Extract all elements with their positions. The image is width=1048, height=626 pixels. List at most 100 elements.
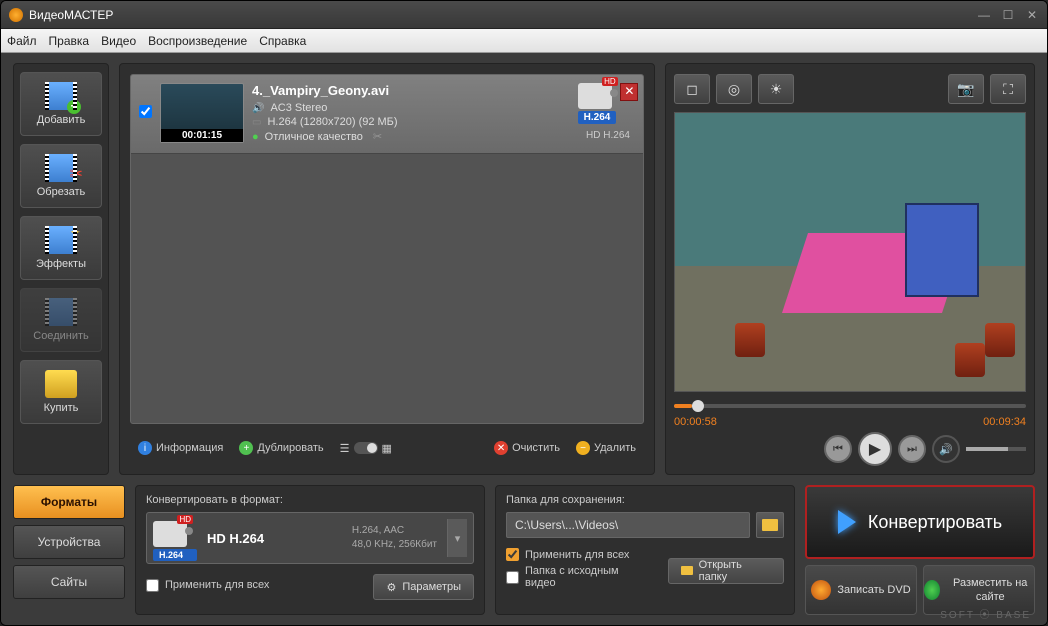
save-path-input[interactable] (506, 512, 750, 538)
tab-formats[interactable]: Форматы (13, 485, 125, 519)
info-icon: i (138, 441, 152, 455)
audio-icon: 🔊 (252, 103, 264, 114)
tab-sites[interactable]: Сайты (13, 565, 125, 599)
format-spec2: 48,0 KHz, 256Кбит (352, 538, 437, 552)
add-label: Добавить (37, 114, 86, 126)
file-audio: AC3 Stereo (270, 102, 327, 114)
duplicate-icon: + (239, 441, 253, 455)
cut-button[interactable]: ✂ Обрезать (20, 144, 102, 208)
view-toggle[interactable]: ☰▦ (340, 442, 392, 455)
format-badge: HD H.264 ✕ HD H.264 (581, 83, 635, 141)
file-video-spec: H.264 (1280x720) (92 МБ) (267, 116, 397, 128)
next-button[interactable]: ⏭ (898, 435, 926, 463)
browse-folder-button[interactable] (756, 512, 784, 538)
convert-label: Конвертировать (868, 512, 1002, 533)
save-header: Папка для сохранения: (506, 494, 784, 506)
file-list-panel: 00:01:15 4._Vampiry_Geony.avi 🔊 AC3 Stere… (119, 63, 655, 475)
list-toolbar: iИнформация +Дублировать ☰▦ ✕Очистить −У… (130, 432, 644, 464)
source-folder-checkbox[interactable] (506, 571, 519, 584)
format-sub: HD H.264 (586, 130, 630, 141)
format-name: HD H.264 (207, 531, 342, 546)
menu-edit[interactable]: Правка (49, 34, 90, 48)
snapshot-button[interactable]: 📷 (948, 74, 984, 104)
info-button[interactable]: iИнформация (138, 441, 223, 455)
prev-button[interactable]: ⏮ (824, 435, 852, 463)
folder-icon (681, 566, 693, 575)
file-quality: Отличное качество (265, 131, 363, 143)
format-dropdown[interactable]: ▾ (447, 519, 467, 557)
delete-button[interactable]: −Удалить (576, 441, 636, 455)
tab-devices[interactable]: Устройства (13, 525, 125, 559)
file-list: 00:01:15 4._Vampiry_Geony.avi 🔊 AC3 Stere… (130, 74, 644, 424)
effects-label: Эффекты (36, 258, 86, 270)
film-effects-icon: ✦ (45, 226, 77, 254)
join-button[interactable]: Соединить (20, 288, 102, 352)
save-apply-all-checkbox[interactable] (506, 548, 519, 561)
action-column: Конвертировать Записать DVD Разместить н… (805, 485, 1035, 615)
time-current: 00:00:58 (674, 416, 717, 428)
video-icon: ▭ (252, 117, 261, 128)
add-button[interactable]: + Добавить (20, 72, 102, 136)
preview-screen[interactable] (674, 112, 1026, 392)
camera-icon: HD (578, 83, 612, 109)
menu-video[interactable]: Видео (101, 34, 136, 48)
film-cut-icon: ✂ (45, 154, 77, 182)
app-logo-icon (9, 8, 23, 22)
quality-icon: ● (252, 131, 259, 143)
crop-button[interactable]: ◻ (674, 74, 710, 104)
sidebar: + Добавить ✂ Обрезать ✦ Эффекты Соединит… (13, 63, 109, 475)
file-name: 4._Vampiry_Geony.avi (252, 83, 573, 98)
fullscreen-button[interactable]: ⛶ (990, 74, 1026, 104)
clear-button[interactable]: ✕Очистить (494, 441, 560, 455)
film-join-icon (45, 298, 77, 326)
buy-button[interactable]: Купить (20, 360, 102, 424)
duplicate-button[interactable]: +Дублировать (239, 441, 323, 455)
file-thumbnail: 00:01:15 (160, 83, 244, 143)
app-window: ВидеоМАСТЕР — ☐ ✕ Файл Правка Видео Восп… (0, 0, 1048, 626)
codec-label: H.264 (578, 111, 617, 124)
file-duration: 00:01:15 (161, 129, 243, 142)
file-row[interactable]: 00:01:15 4._Vampiry_Geony.avi 🔊 AC3 Stere… (131, 75, 643, 154)
menu-playback[interactable]: Воспроизведение (148, 34, 247, 48)
convert-button[interactable]: Конвертировать (805, 485, 1035, 559)
cut-label: Обрезать (37, 186, 86, 198)
scissors-icon[interactable]: ✂ (373, 130, 382, 143)
format-selector[interactable]: HD H.264 HD H.264 H.264, AAC 48,0 KHz, 25… (146, 512, 474, 564)
minimize-button[interactable]: — (977, 8, 991, 22)
volume-button[interactable]: 🔊 (932, 435, 960, 463)
burn-dvd-button[interactable]: Записать DVD (805, 565, 917, 615)
format-spec1: H.264, AAC (352, 524, 437, 538)
globe-icon (924, 580, 940, 600)
convert-arrow-icon (838, 510, 856, 534)
preview-panel: ◻ ◎ ☀ 📷 ⛶ 00 (665, 63, 1035, 475)
menu-help[interactable]: Справка (259, 34, 306, 48)
watermark: SOFT ⦿ BASE (940, 606, 1031, 621)
settings-button[interactable]: ◎ (716, 74, 752, 104)
codec-badge: H.264 (153, 549, 197, 561)
camera-icon: HD (153, 521, 187, 547)
seek-bar[interactable] (674, 398, 1026, 414)
brightness-button[interactable]: ☀ (758, 74, 794, 104)
menubar: Файл Правка Видео Воспроизведение Справк… (1, 29, 1047, 53)
titlebar: ВидеоМАСТЕР — ☐ ✕ (1, 1, 1047, 29)
grid-view-icon: ▦ (382, 442, 392, 455)
open-folder-button[interactable]: Открыть папку (668, 558, 784, 584)
delete-icon: − (576, 441, 590, 455)
close-button[interactable]: ✕ (1025, 8, 1039, 22)
file-checkbox[interactable] (139, 105, 152, 118)
menu-file[interactable]: Файл (7, 34, 37, 48)
format-panel: Конвертировать в формат: HDH.264 HD H.26… (135, 485, 485, 615)
params-button[interactable]: ⚙Параметры (373, 574, 474, 600)
format-apply-all-checkbox[interactable] (146, 579, 159, 592)
clear-icon: ✕ (494, 441, 508, 455)
key-icon (45, 370, 77, 398)
list-view-icon: ☰ (340, 442, 350, 455)
volume-slider[interactable] (966, 447, 1026, 451)
maximize-button[interactable]: ☐ (1001, 8, 1015, 22)
buy-label: Купить (44, 402, 79, 414)
folder-icon (762, 519, 778, 531)
effects-button[interactable]: ✦ Эффекты (20, 216, 102, 280)
play-button[interactable]: ▶ (858, 432, 892, 466)
save-apply-all-label: Применить для всех (525, 549, 629, 561)
remove-file-button[interactable]: ✕ (620, 83, 638, 101)
